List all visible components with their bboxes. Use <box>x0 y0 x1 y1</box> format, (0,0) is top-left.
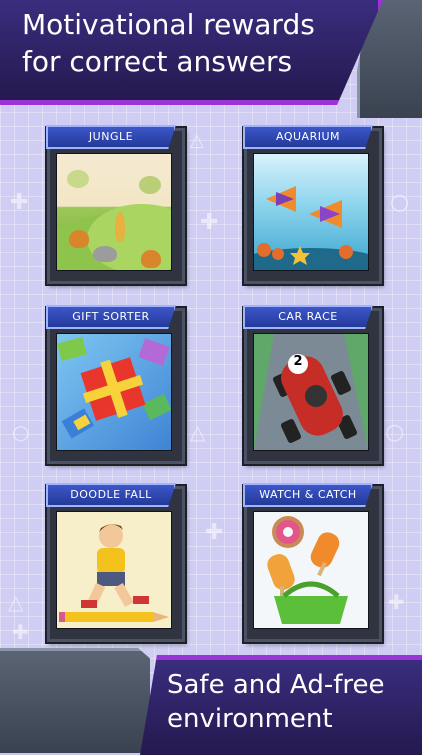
game-label-watch-and-catch: WATCH & CATCH <box>243 483 373 507</box>
car-number: 2 <box>293 354 303 369</box>
circle-decoration-icon: ○ <box>390 190 410 215</box>
game-tile-jungle[interactable]: JUNGLE <box>46 125 185 284</box>
plus-decoration-icon: ✚ <box>12 620 29 644</box>
header-title-line2: for correct answers <box>22 45 293 78</box>
game-label-doodle-fall: DOODLE FALL <box>46 483 176 507</box>
watch-and-catch-artwork <box>253 511 369 629</box>
bottom-metal-panel <box>0 648 150 753</box>
giraffe-icon <box>115 212 125 242</box>
plus-decoration-icon: ✚ <box>205 520 224 545</box>
elephant-icon <box>93 246 117 262</box>
game-label-gift-sorter: GIFT SORTER <box>46 305 176 329</box>
game-label-car-race: CAR RACE <box>243 305 373 329</box>
gift-sorter-artwork <box>56 333 172 451</box>
plus-decoration-icon: ✚ <box>200 210 219 235</box>
jungle-artwork <box>56 153 172 271</box>
game-tile-doodle-fall[interactable]: DOODLE FALL <box>46 483 185 642</box>
header-title: Motivational rewards for correct answers <box>22 6 362 80</box>
triangle-decoration-icon: △ <box>8 590 24 614</box>
circle-decoration-icon: ○ <box>12 420 30 444</box>
fish-icon <box>254 186 368 270</box>
lion-icon <box>141 250 161 268</box>
lion-icon <box>69 230 89 248</box>
game-tile-watch-and-catch[interactable]: WATCH & CATCH <box>243 483 382 642</box>
aquarium-artwork <box>253 153 369 271</box>
game-tile-gift-sorter[interactable]: GIFT SORTER <box>46 305 185 464</box>
plus-decoration-icon: ✚ <box>388 590 405 614</box>
basket-icon <box>267 516 348 624</box>
plus-decoration-icon: ✚ <box>10 190 29 215</box>
race-car-icon <box>254 334 368 450</box>
triangle-decoration-icon: △ <box>190 420 206 444</box>
running-boy-icon <box>59 524 169 622</box>
game-label-jungle: JUNGLE <box>46 125 176 149</box>
gift-box-icon <box>57 336 171 439</box>
doodle-fall-artwork <box>56 511 172 629</box>
footer-title: Safe and Ad-free environment <box>167 668 417 736</box>
footer-title-line2: environment <box>167 704 333 734</box>
footer-title-line1: Safe and Ad-free <box>167 670 385 700</box>
game-tile-car-race[interactable]: CAR RACE 2 <box>243 305 382 464</box>
triangle-decoration-icon: △ <box>190 130 204 151</box>
game-label-aquarium: AQUARIUM <box>243 125 373 149</box>
circle-decoration-icon: ○ <box>385 420 405 445</box>
car-race-artwork: 2 <box>253 333 369 451</box>
game-tile-aquarium[interactable]: AQUARIUM <box>243 125 382 284</box>
header-title-line1: Motivational rewards <box>22 8 315 41</box>
